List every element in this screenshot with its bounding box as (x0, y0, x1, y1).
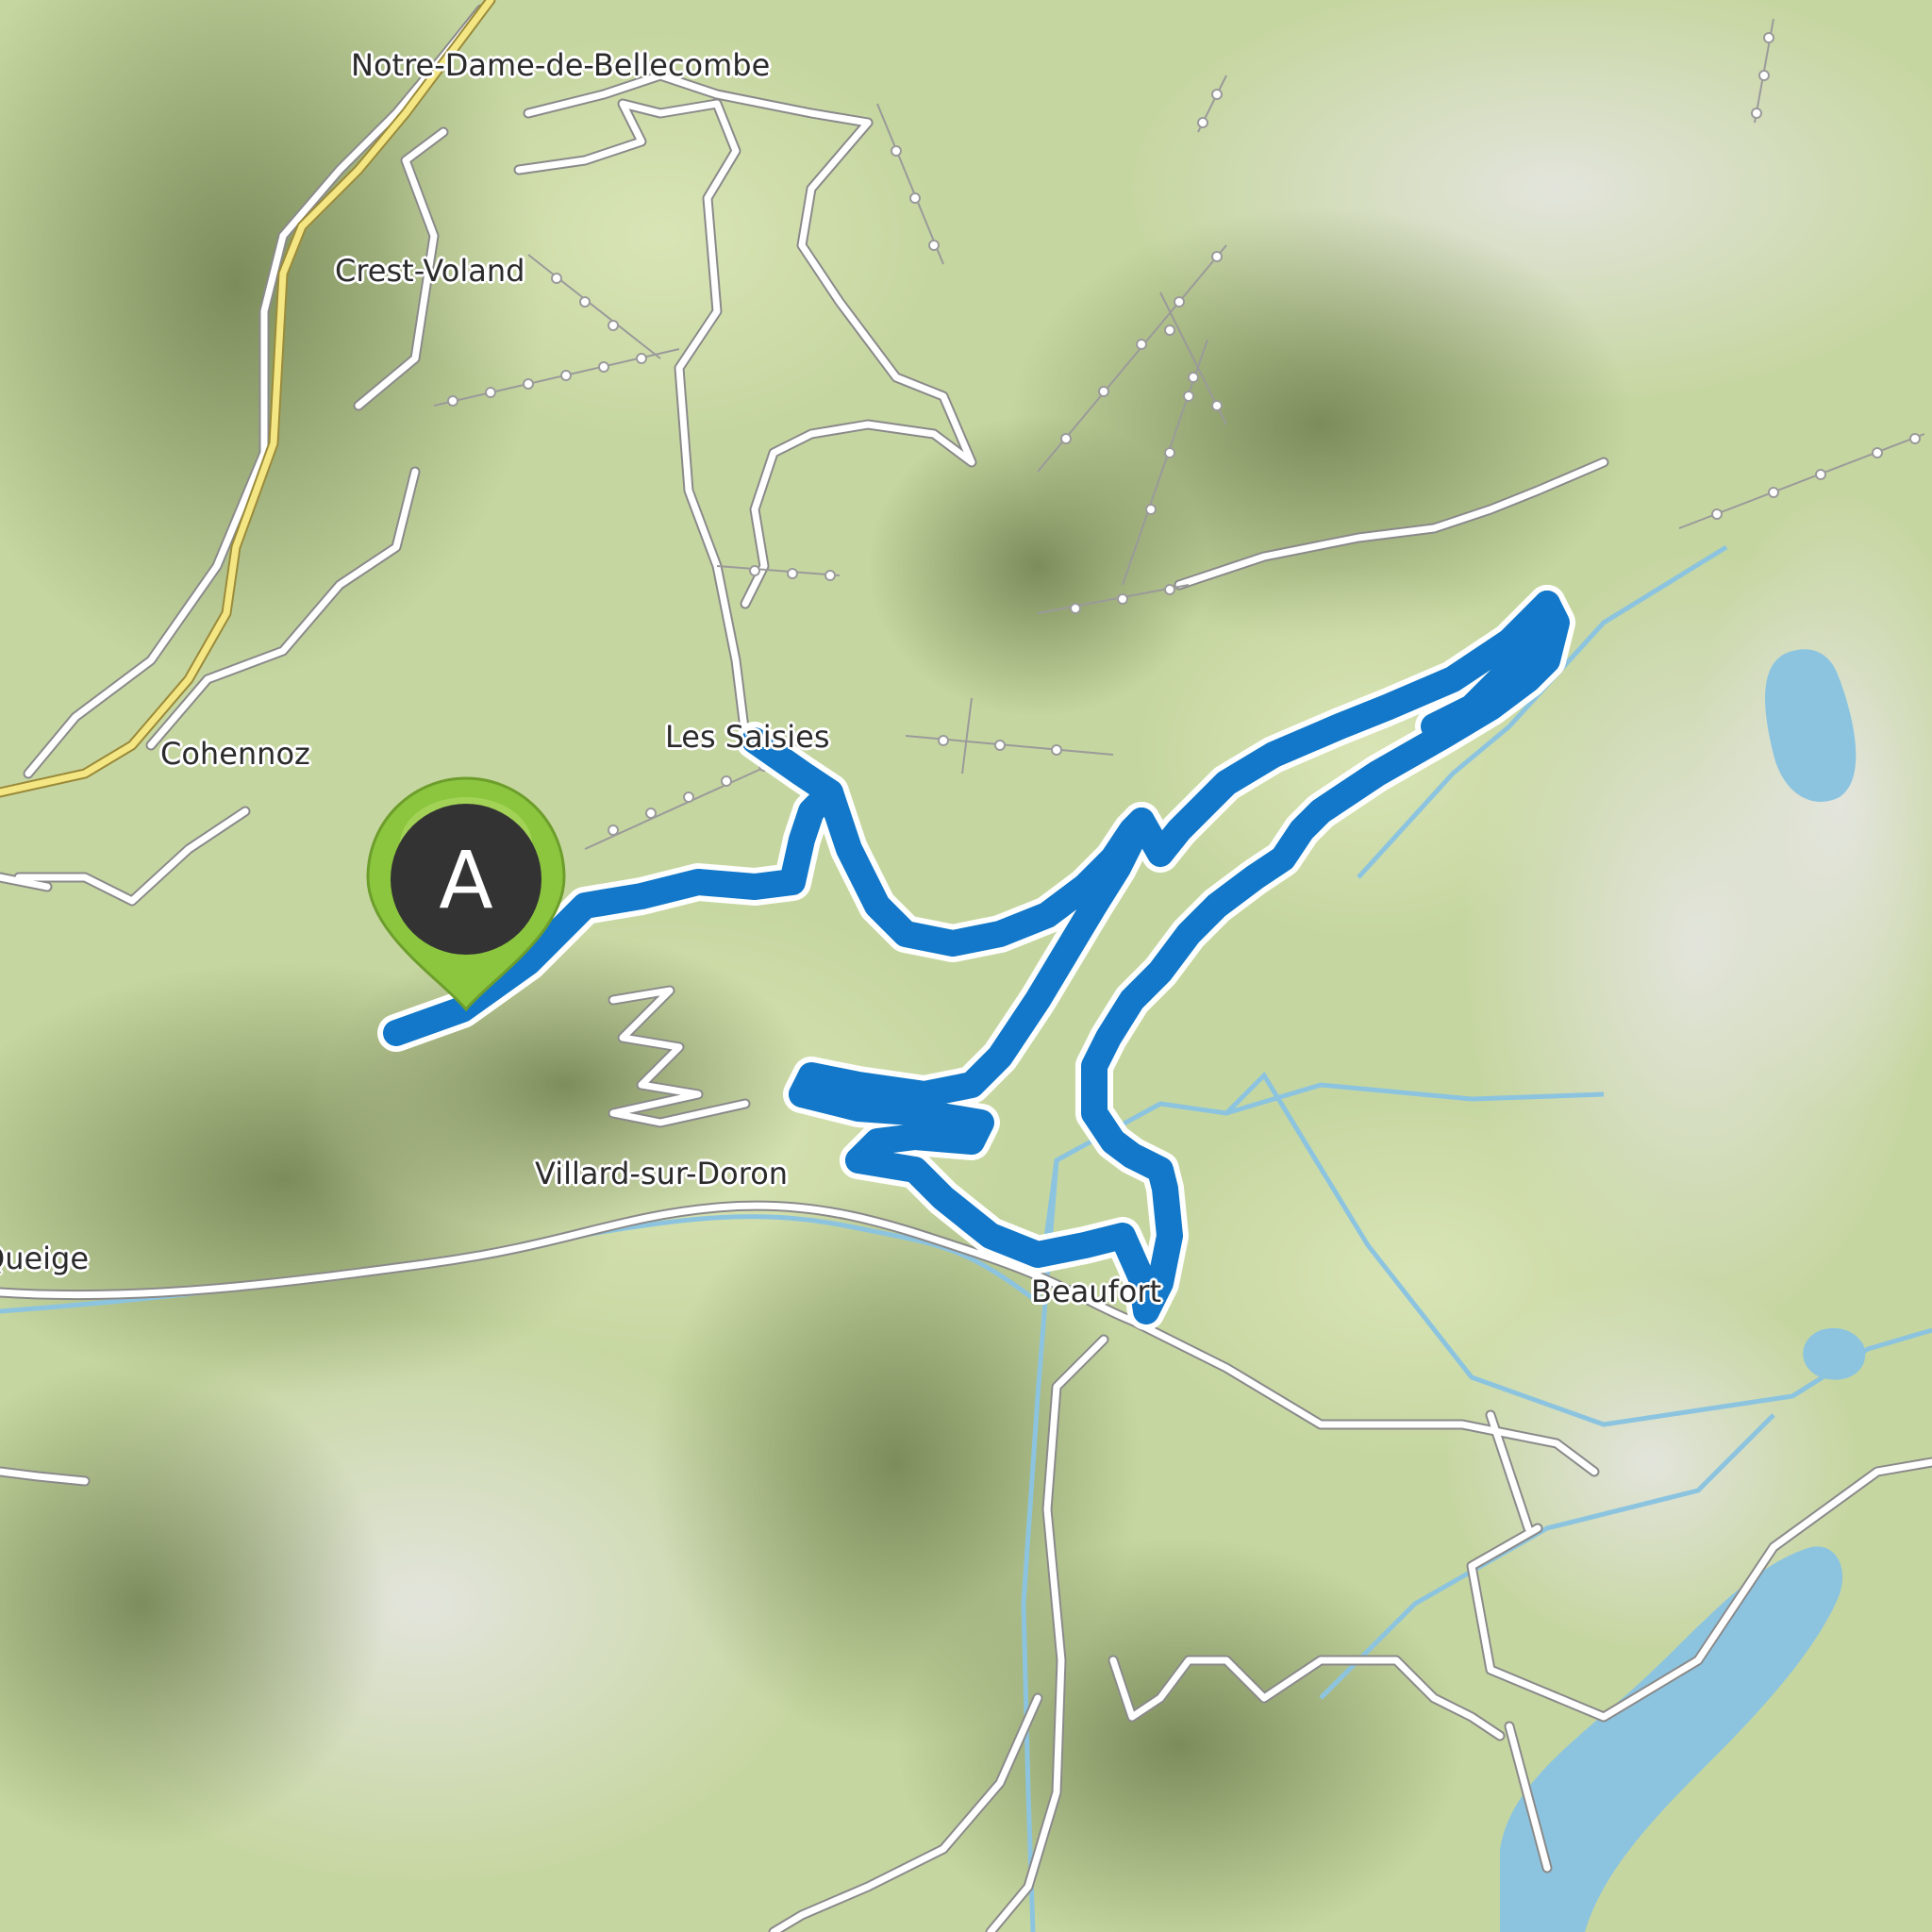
place-label-queige: Queige (0, 1241, 90, 1276)
terrain-layer (0, 0, 1932, 1932)
place-label-crest-voland: Crest-Voland (335, 253, 525, 289)
map-view[interactable]: A Notre-Dame-de-Bellecombe Crest-Voland … (0, 0, 1932, 1932)
place-label-notre-dame: Notre-Dame-de-Bellecombe (351, 47, 771, 83)
map-canvas: A (0, 0, 1932, 1932)
place-label-villard: Villard-sur-Doron (535, 1156, 789, 1191)
marker-label: A (439, 834, 492, 926)
place-label-les-saisies: Les Saisies (665, 719, 830, 755)
place-label-cohennoz: Cohennoz (160, 736, 310, 772)
place-label-beaufort: Beaufort (1031, 1274, 1162, 1309)
small-lake (1803, 1327, 1866, 1380)
